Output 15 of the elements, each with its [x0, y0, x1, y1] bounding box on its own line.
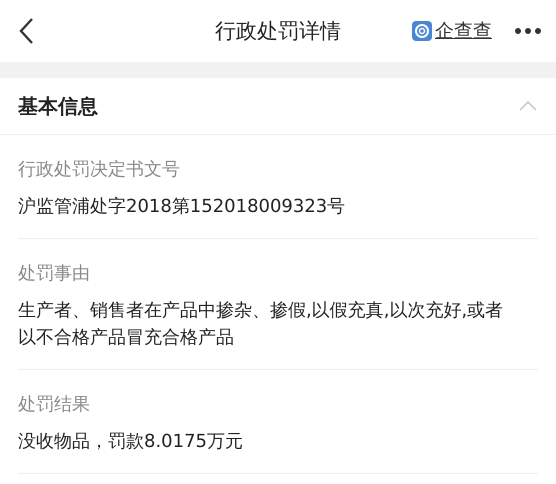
field-label: 处罚事由 [18, 262, 91, 285]
field-label: 行政处罚决定书文号 [18, 158, 181, 181]
back-button[interactable] [18, 17, 34, 45]
back-icon [18, 17, 34, 45]
field-label: 处罚结果 [18, 393, 91, 416]
logo-icon [412, 21, 432, 41]
chevron-icon [518, 100, 538, 112]
page-title: 行政处罚详情 [215, 18, 341, 45]
more-icon [514, 27, 542, 35]
field-value: 沪监管浦处字2018第152018009323号 [18, 195, 346, 219]
brand-name: 企查查 [435, 19, 492, 44]
field-value: 生产者、销售者在产品中掺杂、掺假,以假充真,以次充好,或者以不合格产品冒充合格产品 [18, 299, 504, 350]
section-title: 基本信息 [18, 92, 98, 120]
more-button[interactable] [514, 27, 542, 35]
field-value: 没收物品，罚款8.0175万元 [18, 430, 244, 454]
